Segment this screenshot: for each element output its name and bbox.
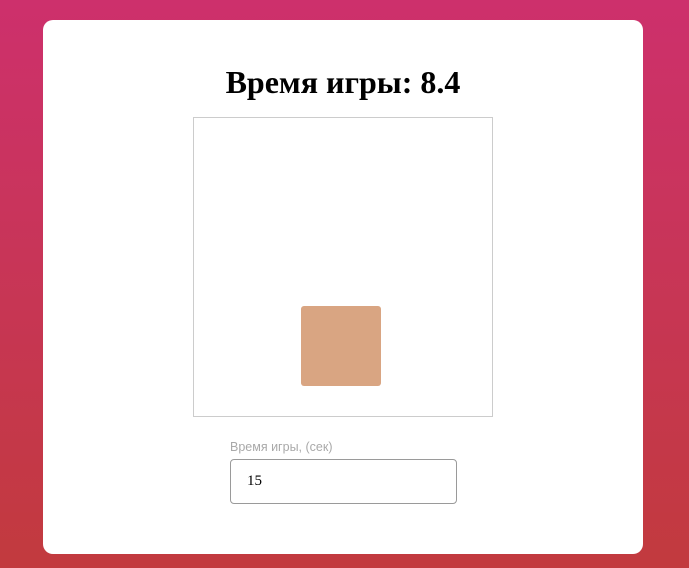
game-timer-title: Время игры: 8.4	[43, 64, 643, 100]
timer-label: Время игры:	[225, 64, 421, 100]
duration-input-group: Время игры, (сек)	[230, 439, 457, 504]
duration-input[interactable]	[230, 459, 457, 504]
game-card: Время игры: 8.4 Время игры, (сек)	[43, 20, 643, 554]
duration-label: Время игры, (сек)	[230, 440, 333, 454]
game-field[interactable]	[193, 117, 493, 417]
time-remaining: 8.4	[420, 64, 461, 100]
target-square[interactable]	[301, 306, 381, 386]
